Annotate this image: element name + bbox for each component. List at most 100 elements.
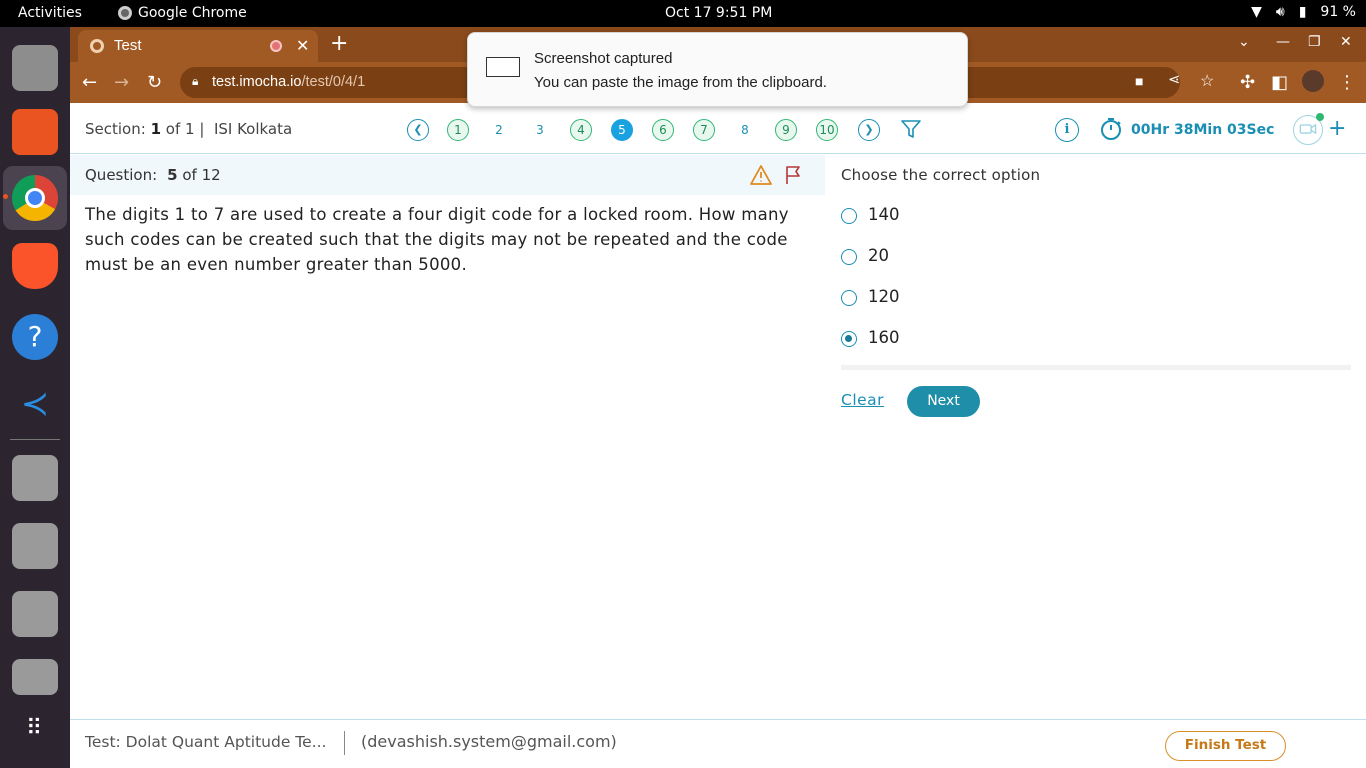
system-tray[interactable]: ▼ 🔊︎ ▮ 91 % [1251,4,1356,20]
tab-search-chevron-icon[interactable]: ⌄ [1238,34,1250,50]
question-counter: Question: 5 of 12 [85,166,221,184]
share-icon[interactable]: ⋖ [1168,72,1180,88]
question-nav-6[interactable]: 6 [652,119,674,141]
options-divider [841,365,1351,370]
option-2[interactable]: 20 [841,244,1141,268]
clear-button[interactable]: Clear [841,391,884,409]
app-menu[interactable]: Google Chrome [118,5,247,21]
chrome-dock-icon[interactable] [12,175,58,221]
dock: ? ≺ ⠿ [0,27,70,768]
tab-test[interactable]: Test ✕ [78,30,318,62]
brave-icon[interactable] [12,243,58,289]
section-info: Section: 1 of 1 | ISI Kolkata [85,120,293,138]
option-4[interactable]: 160 [841,326,1141,350]
question-nav-5[interactable]: 5 [611,119,633,141]
next-button[interactable]: Next [907,386,980,417]
question-nav-10[interactable]: 10 [816,119,838,141]
option-label: 160 [868,328,900,347]
activities-button[interactable]: Activities [18,5,82,21]
section-name: ISI Kolkata [213,120,293,138]
disk-icon[interactable] [12,523,58,569]
question-nav-4[interactable]: 4 [570,119,592,141]
test-header: Section: 1 of 1 | ISI Kolkata ❮ 12345678… [70,103,1366,154]
maximize-button[interactable]: ❐ [1308,34,1321,50]
next-question-arrow-button[interactable]: ❯ [858,119,880,141]
question-nav-7[interactable]: 7 [693,119,715,141]
expand-plus-button[interactable]: + [1328,116,1346,141]
prev-question-button[interactable]: ❮ [407,119,429,141]
options-prompt: Choose the correct option [841,166,1041,184]
bookmark-star-icon[interactable]: ☆ [1200,71,1214,91]
proctor-camera-button[interactable] [1293,113,1324,145]
candidate-email: (devashish.system@gmail.com) [361,732,617,751]
reload-icon[interactable]: ↻ [147,72,162,93]
disk-icon[interactable] [12,455,58,501]
option-1[interactable]: 140 [841,203,1141,227]
extensions-icon[interactable]: ✣ [1240,72,1255,93]
disk-icon[interactable] [12,591,58,637]
camera-status-dot [1316,113,1324,121]
option-radio[interactable] [841,290,857,306]
info-icon[interactable]: i [1055,118,1079,142]
question-text: The digits 1 to 7 are used to create a f… [85,205,789,274]
option-radio[interactable] [841,331,857,347]
lock-icon: 🔒︎ [192,74,199,88]
question-nav-2[interactable]: 2 [488,119,510,141]
dock-separator [10,439,60,440]
test-footer: Test: Dolat Quant Aptitude Te... (devash… [70,719,1366,768]
tab-title: Test [114,37,142,54]
side-panel-icon[interactable]: ◧ [1271,72,1288,93]
show-apps-icon[interactable]: ⠿ [12,713,58,759]
question-bar: Question: 5 of 12 [70,155,825,195]
question-nav-1[interactable]: 1 [447,119,469,141]
test-name: Test: Dolat Quant Aptitude Te... [85,733,327,751]
filter-icon[interactable] [900,118,922,140]
option-radio[interactable] [841,208,857,224]
chrome-icon [118,6,132,20]
flag-icon[interactable] [784,164,802,186]
profile-avatar[interactable] [1302,70,1324,92]
camera-icon[interactable]: ■ [1135,73,1143,89]
running-indicator [3,194,8,199]
files-icon[interactable] [12,45,58,91]
recording-icon [270,40,282,52]
question-nav-8[interactable]: 8 [734,119,756,141]
footer-divider [344,731,345,755]
option-3[interactable]: 120 [841,285,1141,309]
back-icon[interactable]: ← [82,72,97,93]
report-warning-icon[interactable] [750,164,772,186]
volume-icon: 🔊︎ [1275,4,1285,20]
question-panel: Question: 5 of 12 The digits 1 to 7 are u… [70,155,825,715]
option-label: 120 [868,287,900,306]
screenshot-notification[interactable]: Screenshot captured You can paste the im… [467,32,968,107]
screenshot-thumbnail [486,57,520,77]
minimize-button[interactable]: — [1276,34,1290,50]
option-label: 140 [868,205,900,224]
clock[interactable]: Oct 17 9:51 PM [665,5,772,21]
software-center-icon[interactable] [12,109,58,155]
disk-icon[interactable] [12,659,58,695]
tab-favicon-icon [90,39,104,53]
close-window-button[interactable]: ✕ [1340,34,1352,50]
forward-icon[interactable]: → [114,72,129,93]
battery-icon: ▮ [1298,4,1307,20]
vscode-icon[interactable]: ≺ [12,381,58,427]
new-tab-button[interactable]: + [330,31,348,56]
wifi-icon: ▼ [1251,4,1262,20]
system-top-bar: Activities Google Chrome Oct 17 9:51 PM … [0,0,1366,27]
url-text: test.imocha.io/test/0/4/1 [212,74,366,90]
option-radio[interactable] [841,249,857,265]
finish-test-button[interactable]: Finish Test [1165,731,1286,761]
battery-percent: 91 % [1320,4,1356,20]
question-nav-3[interactable]: 3 [529,119,551,141]
stopwatch-icon [1101,118,1121,140]
timer: 00Hr 38Min 03Sec [1131,122,1275,138]
help-icon[interactable]: ? [12,314,58,360]
notification-body: You can paste the image from the clipboa… [534,74,827,91]
chrome-menu-icon[interactable]: ⋮ [1338,72,1356,93]
tab-close-icon[interactable]: ✕ [296,36,309,55]
question-nav-9[interactable]: 9 [775,119,797,141]
test-app: Section: 1 of 1 | ISI Kolkata ❮ 12345678… [70,103,1366,768]
app-name: Google Chrome [138,5,247,21]
options-panel: Choose the correct option 140 20 120 160 Cl… [841,155,1351,455]
